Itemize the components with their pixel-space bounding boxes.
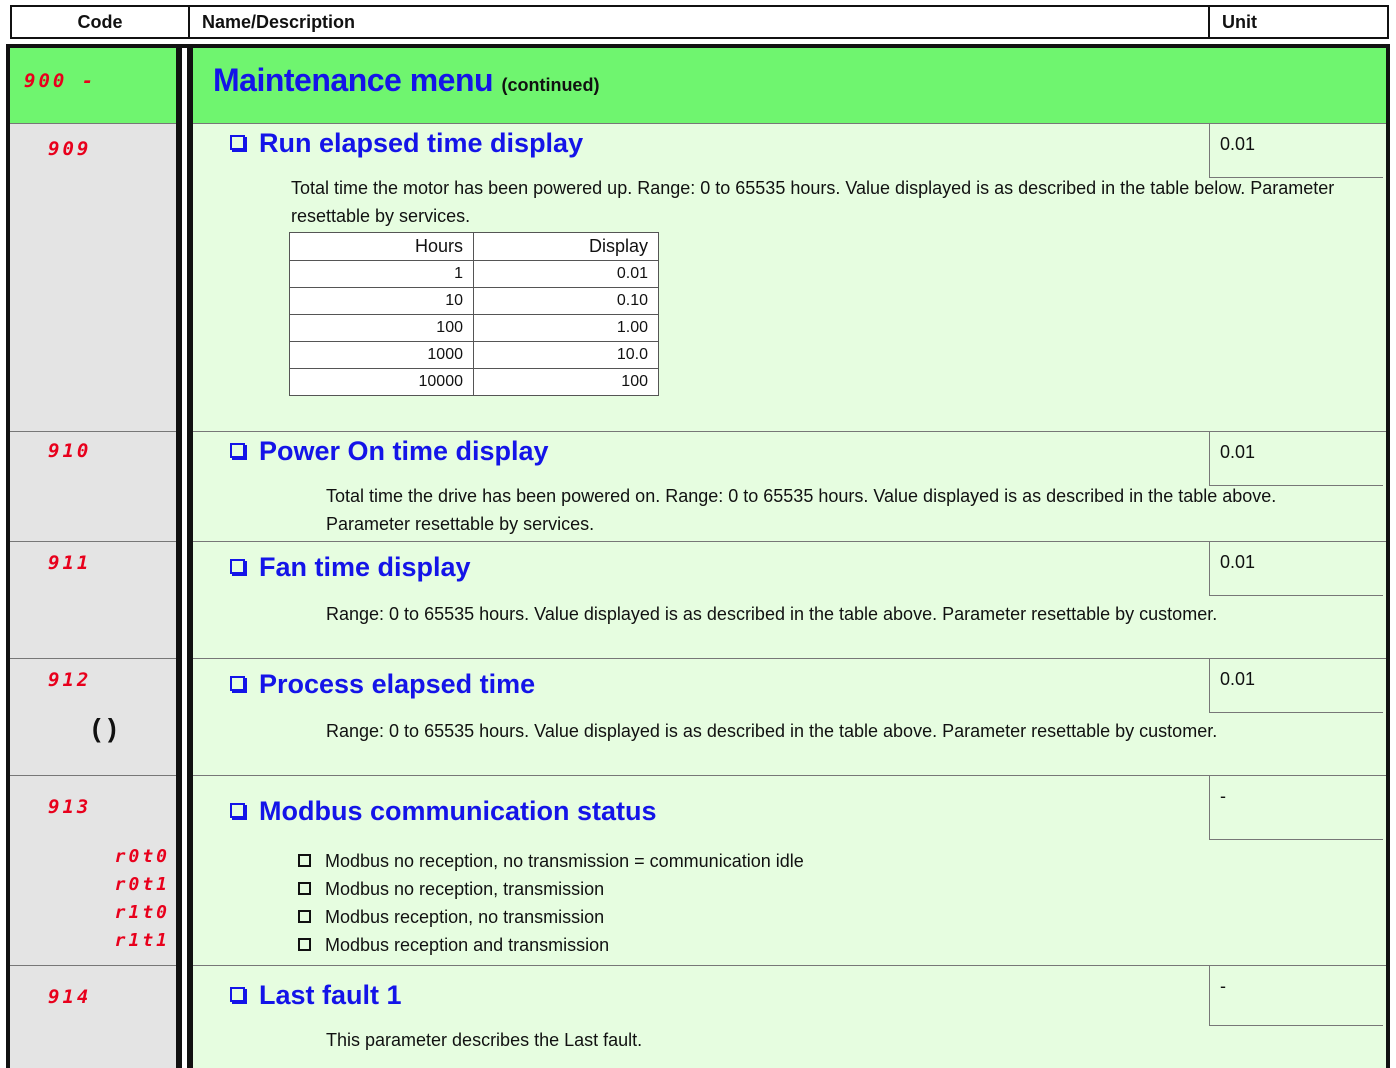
param-code: 911 (48, 552, 92, 574)
param-title: Power On time display (230, 436, 549, 467)
option-code: r0t0 (114, 846, 170, 867)
frame-right-border (1386, 44, 1390, 1068)
table-row: 10 0.10 (289, 287, 659, 315)
table-row: 1 0.01 (289, 260, 659, 288)
param-911-code-cell: 911 (10, 542, 176, 659)
param-title: Run elapsed time display (230, 128, 583, 159)
param-title-text: Process elapsed time (259, 669, 536, 699)
menu-code-cell: 900 - (10, 48, 176, 124)
menu-title-text: Maintenance menu (213, 62, 494, 98)
param-title-text: Run elapsed time display (259, 128, 584, 158)
table-row: 1000 10.0 (289, 341, 659, 369)
frame-top-border (6, 44, 1390, 48)
param-912-code-cell: 912 ( ) (10, 659, 176, 776)
table-row: 10000 100 (289, 368, 659, 396)
checkbox-icon (230, 443, 245, 458)
param-title-text: Modbus communication status (259, 796, 657, 826)
square-bullet-icon (298, 910, 311, 923)
table-cell: 0.01 (473, 260, 659, 288)
option-label: Modbus no reception, no transmission = c… (325, 851, 804, 871)
param-code: 913 (48, 796, 92, 818)
option-code: r0t1 (114, 874, 170, 895)
param-code: 909 (48, 138, 92, 160)
param-912-row: Process elapsed time 0.01 Range: 0 to 65… (193, 659, 1386, 776)
param-title: Fan time display (230, 552, 471, 583)
checkbox-icon (230, 676, 245, 691)
checkbox-icon (230, 987, 245, 1002)
table-cell: 1000 (289, 341, 474, 369)
square-bullet-icon (298, 938, 311, 951)
checkbox-icon (230, 559, 245, 574)
param-description: Range: 0 to 65535 hours. Value displayed… (326, 721, 1218, 741)
checkbox-icon (230, 803, 245, 818)
square-bullet-icon (298, 882, 311, 895)
param-description: Total time the motor has been powered up… (291, 178, 1335, 226)
menu-code: 900 - (24, 70, 97, 92)
param-code: 914 (48, 986, 92, 1008)
param-title: Process elapsed time (230, 669, 535, 700)
param-unit: 0.01 (1209, 542, 1383, 596)
param-code: 912 (48, 669, 92, 691)
table-cell: 1.00 (473, 314, 659, 342)
table-cell: 100 (289, 314, 474, 342)
param-910-row: Power On time display 0.01 Total time th… (193, 432, 1386, 542)
param-unit: 0.01 (1209, 432, 1383, 486)
param-911-row: Fan time display 0.01 Range: 0 to 65535 … (193, 542, 1386, 659)
table-row: 100 1.00 (289, 314, 659, 342)
param-914-row: Last fault 1 - This parameter describes … (193, 966, 1386, 1068)
param-description: Range: 0 to 65535 hours. Value displayed… (326, 604, 1218, 624)
param-title-text: Fan time display (259, 552, 471, 582)
param-code: 910 (48, 440, 92, 462)
param-913-code-cell: 913 r0t0 r0t1 r1t0 r1t1 (10, 776, 176, 966)
param-title: Last fault 1 (230, 980, 402, 1011)
param-description: Total time the drive has been powered on… (326, 486, 1277, 534)
header-code: Code (10, 5, 190, 39)
option-item: Modbus no reception, transmission (298, 875, 604, 903)
option-label: Modbus reception, no transmission (325, 907, 605, 927)
menu-title-cell: Maintenance menu (continued) (193, 48, 1386, 124)
param-909-code-cell: 909 (10, 124, 176, 432)
table-cell: 10.0 (473, 341, 659, 369)
param-unit: 0.01 (1209, 659, 1383, 713)
table-cell: 1 (289, 260, 474, 288)
menu-title: Maintenance menu (continued) (213, 62, 599, 99)
param-914-code-cell: 914 (10, 966, 176, 1068)
table-cell: 100 (473, 368, 659, 396)
checkbox-icon (230, 135, 245, 150)
param-unit: 0.01 (1209, 124, 1383, 178)
param-unit: - (1209, 776, 1383, 840)
hours-display-table: Hours Display 1 0.01 10 0.10 100 1.00 1000 1… (289, 232, 659, 396)
param-910-code-cell: 910 (10, 432, 176, 542)
option-item: Modbus no reception, no transmission = c… (298, 847, 804, 875)
square-bullet-icon (298, 854, 311, 867)
param-909-row: Run elapsed time display 0.01 Total time… (193, 124, 1386, 432)
option-item: Modbus reception, no transmission (298, 903, 604, 931)
manual-page: Code Name/Description Unit 900 - Mainten… (0, 0, 1396, 1068)
table-cell: 0.10 (473, 287, 659, 315)
option-code: r1t0 (114, 902, 170, 923)
table-header: Display (473, 232, 659, 261)
option-code: r1t1 (114, 930, 170, 951)
table-cell: 10000 (289, 368, 474, 396)
param-title-text: Power On time display (259, 436, 549, 466)
param-title-text: Last fault 1 (259, 980, 402, 1010)
frame-left-border (6, 44, 10, 1068)
menu-continued-note: (continued) (501, 75, 600, 95)
option-label: Modbus no reception, transmission (325, 879, 605, 899)
column-separator (176, 48, 182, 1068)
param-913-row: Modbus communication status - Modbus no … (193, 776, 1386, 966)
option-item: Modbus reception and transmission (298, 931, 609, 959)
cycle-icon: ( ) (92, 713, 117, 743)
param-description: This parameter describes the Last fault. (326, 1030, 643, 1050)
table-header-row: Hours Display (289, 232, 659, 261)
header-name-description: Name/Description (188, 5, 1210, 39)
param-title: Modbus communication status (230, 796, 657, 827)
param-unit: - (1209, 966, 1383, 1026)
option-label: Modbus reception and transmission (325, 935, 610, 955)
table-cell: 10 (289, 287, 474, 315)
header-unit: Unit (1208, 5, 1389, 39)
column-separator (187, 48, 193, 1068)
table-header: Hours (289, 232, 474, 261)
